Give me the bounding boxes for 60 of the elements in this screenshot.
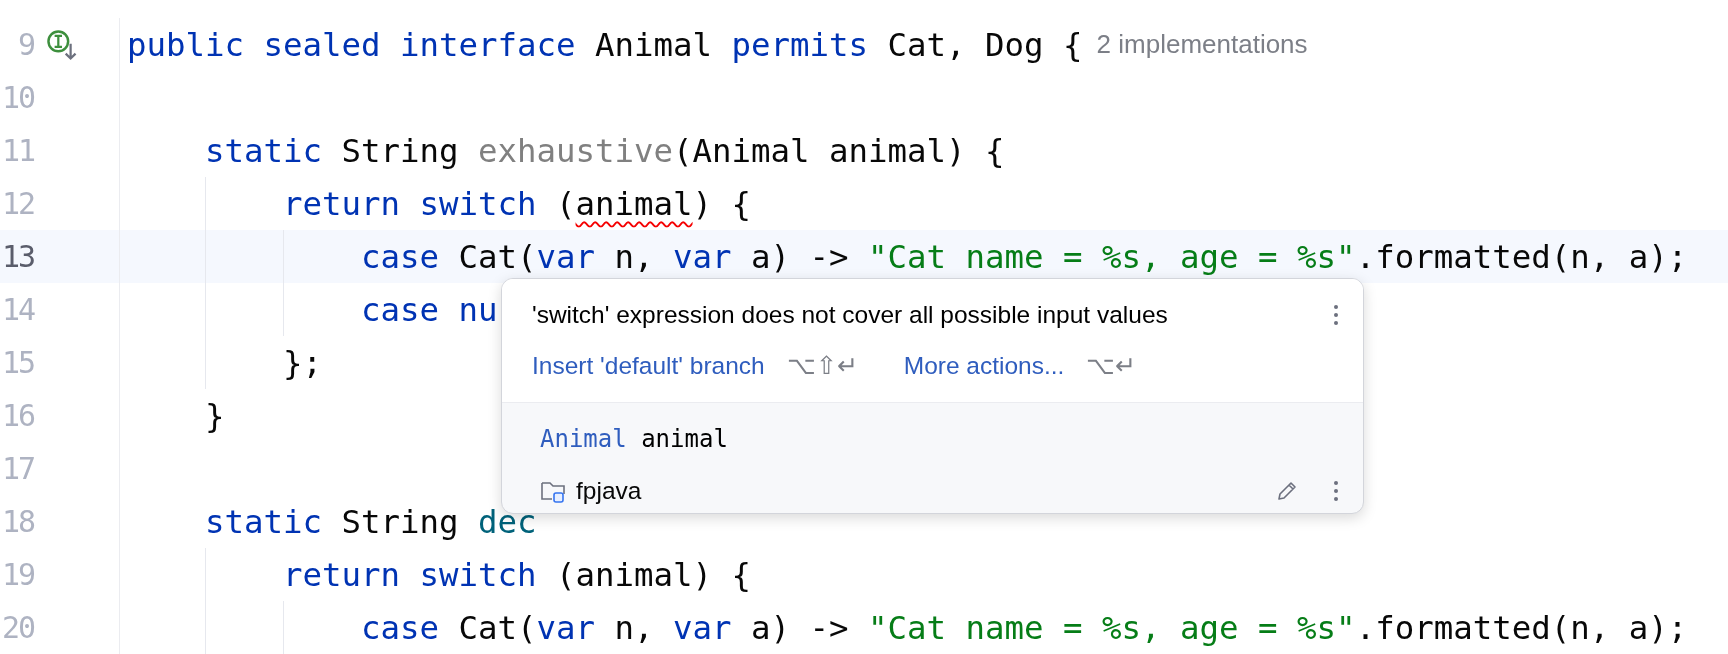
error-message: 'switch' expression does not cover all possible input values	[532, 301, 1168, 329]
code-token: var	[673, 237, 732, 276]
line-number: 19	[0, 557, 34, 592]
code-token: case nu	[360, 290, 498, 329]
code-token: permits	[731, 25, 869, 64]
code-token: n,	[613, 237, 655, 276]
more-options-icon[interactable]	[1333, 480, 1339, 502]
line-number: 10	[0, 80, 34, 115]
code-token: a) ->	[750, 608, 850, 647]
code-token: return switch	[282, 555, 537, 594]
code-token: a) ->	[750, 237, 850, 276]
code-token: public sealed interface	[127, 25, 576, 64]
module-name: fpjava	[576, 477, 642, 505]
code-token: Cat, Dog {	[886, 25, 1083, 64]
line-number: 14	[0, 292, 34, 327]
shortcut-hint: ⌥⇧↵	[786, 351, 858, 380]
code-token: (animal) {	[555, 555, 752, 594]
code-token: exhaustive	[478, 131, 674, 170]
code-token: static	[204, 131, 322, 170]
code-token: var	[536, 237, 596, 276]
code-token: }	[204, 396, 225, 435]
implemented-marker-icon[interactable]	[46, 28, 78, 61]
shortcut-hint: ⌥↵	[1086, 351, 1137, 380]
code-token: .formatted(n, a);	[1355, 237, 1688, 276]
line-number: 15	[0, 345, 34, 380]
code-token: Cat(	[457, 608, 537, 647]
code-token: String	[340, 131, 460, 170]
line-number: 13	[0, 239, 34, 274]
line-number: 12	[0, 186, 34, 221]
code-token: Animal	[594, 25, 714, 64]
code-token: var	[536, 608, 596, 647]
more-options-icon[interactable]	[1333, 304, 1339, 326]
edit-icon[interactable]	[1275, 479, 1299, 503]
code-token: String	[340, 502, 460, 541]
code-token: case	[360, 237, 439, 276]
line-number: 20	[0, 610, 34, 645]
action-link[interactable]: More actions...	[903, 351, 1065, 380]
code-token: };	[282, 343, 322, 382]
code-token: animal	[575, 184, 693, 223]
code-token: Cat(	[457, 237, 537, 276]
line-number: 9	[16, 27, 34, 62]
code-token: (	[555, 184, 576, 223]
code-token: return switch	[282, 184, 537, 223]
code-token: case	[360, 608, 439, 647]
code-token: var	[673, 608, 732, 647]
signature-text: Animal animal	[540, 425, 729, 453]
line-number: 16	[0, 398, 34, 433]
line-number: 11	[0, 133, 34, 168]
code-token: dec	[478, 502, 537, 541]
action-link[interactable]: Insert 'default' branch	[532, 351, 765, 380]
code-token: (Animal animal) {	[673, 131, 1005, 170]
line-number: 17	[0, 451, 34, 486]
code-token: ) {	[692, 184, 752, 223]
code-token: "Cat name = %s, age = %s"	[868, 608, 1356, 647]
code-token: n,	[613, 608, 655, 647]
inlay-hint[interactable]: 2 implementations	[1096, 29, 1308, 60]
code-token: static	[204, 502, 322, 541]
code-token: .formatted(n, a);	[1355, 608, 1688, 647]
line-number: 18	[0, 504, 34, 539]
code-token: "Cat name = %s, age = %s"	[868, 237, 1356, 276]
